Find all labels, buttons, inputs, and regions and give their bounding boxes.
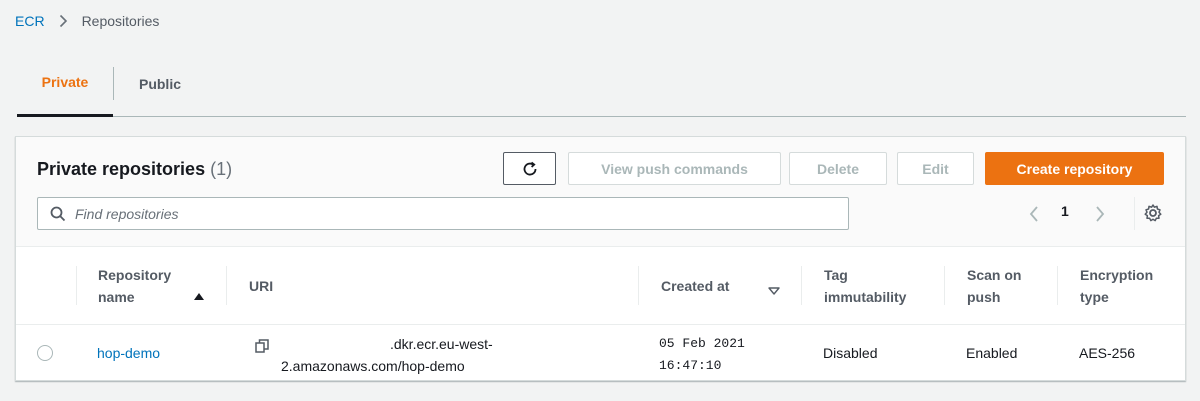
edit-button[interactable]: Edit (897, 152, 974, 185)
delete-button[interactable]: Delete (789, 152, 887, 185)
search-box (37, 197, 849, 230)
column-header-repository-name[interactable]: Repository name (98, 247, 171, 324)
tab-public-label: Public (138, 75, 181, 92)
column-divider (638, 266, 639, 305)
refresh-icon (521, 160, 539, 178)
column-header-tag-line1: Tag (824, 266, 848, 283)
panel-title-text: Private repositories (37, 159, 206, 179)
created-at-time: 16:47:10 (659, 358, 722, 373)
scan-on-push-value: Enabled (966, 345, 1018, 361)
panel-header: Private repositories (1) View push comma… (16, 137, 1185, 247)
pager-divider (1134, 197, 1135, 230)
repository-count: (1) (210, 159, 233, 179)
column-header-created-at[interactable]: Created at (661, 247, 729, 324)
column-header-tag-line2: immutability (824, 288, 907, 305)
repository-uri-line1: .dkr.ecr.eu-west- (390, 336, 493, 352)
column-header-encryption-type[interactable]: Encryption type (1080, 247, 1153, 324)
sort-ascending-icon[interactable] (194, 293, 204, 300)
chevron-right-icon (59, 14, 68, 28)
gear-icon[interactable] (1143, 203, 1163, 223)
tab-private[interactable]: Private (17, 62, 113, 117)
column-header-name-line2: name (98, 288, 135, 305)
copy-icon[interactable] (255, 339, 269, 353)
sort-descending-icon[interactable] (768, 282, 780, 300)
repository-uri: .dkr.ecr.eu-west- 2.amazonaws.com/hop-de… (281, 333, 541, 377)
column-header-scan-on-push[interactable]: Scan on push (967, 247, 1021, 324)
panel-title: Private repositories (1) (37, 159, 232, 180)
search-input[interactable] (75, 205, 775, 222)
repositories-panel: Private repositories (1) View push comma… (15, 136, 1186, 381)
column-header-uri-label: URI (249, 277, 274, 294)
column-divider (944, 266, 945, 305)
search-icon (50, 206, 66, 222)
column-header-name-line1: Repository (98, 266, 172, 283)
view-push-commands-button[interactable]: View push commands (568, 152, 781, 185)
column-header-enc-line2: type (1080, 288, 1109, 305)
repository-name-link[interactable]: hop-demo (97, 345, 160, 361)
column-divider (1057, 266, 1058, 305)
create-repository-button[interactable]: Create repository (985, 152, 1164, 185)
repository-uri-line2: 2.amazonaws.com/hop-demo (281, 358, 465, 374)
column-header-scan-line2: push (967, 288, 1001, 305)
column-header-tag-immutability[interactable]: Tag immutability (824, 247, 906, 324)
table-row[interactable]: hop-demo .dkr.ecr.eu-west- 2.amazonaws.c… (16, 324, 1185, 380)
previous-page-icon[interactable] (1028, 202, 1040, 226)
tab-private-label: Private (41, 74, 89, 90)
tab-public[interactable]: Public (114, 62, 206, 117)
breadcrumb-current: Repositories (81, 13, 160, 29)
column-divider (76, 266, 77, 305)
created-at-date: 05 Feb 2021 (659, 336, 745, 351)
row-select-radio[interactable] (37, 345, 53, 361)
column-divider (226, 266, 227, 305)
breadcrumb-ecr-link[interactable]: ECR (15, 13, 45, 29)
refresh-button[interactable] (503, 152, 556, 185)
column-header-enc-line1: Encryption (1080, 266, 1154, 283)
next-page-icon[interactable] (1094, 202, 1106, 226)
tag-immutability-value: Disabled (823, 345, 878, 361)
encryption-type-value: AES-256 (1079, 345, 1136, 361)
repository-tabs: Private Public (17, 62, 1186, 117)
current-page-number[interactable]: 1 (1061, 203, 1069, 219)
breadcrumb: ECR Repositories (15, 13, 159, 29)
column-header-created-label: Created at (661, 277, 730, 294)
column-header-uri[interactable]: URI (249, 247, 273, 324)
column-divider (801, 266, 802, 305)
created-at-value: 05 Feb 2021 16:47:10 (659, 333, 745, 377)
column-header-scan-line1: Scan on (967, 266, 1022, 283)
